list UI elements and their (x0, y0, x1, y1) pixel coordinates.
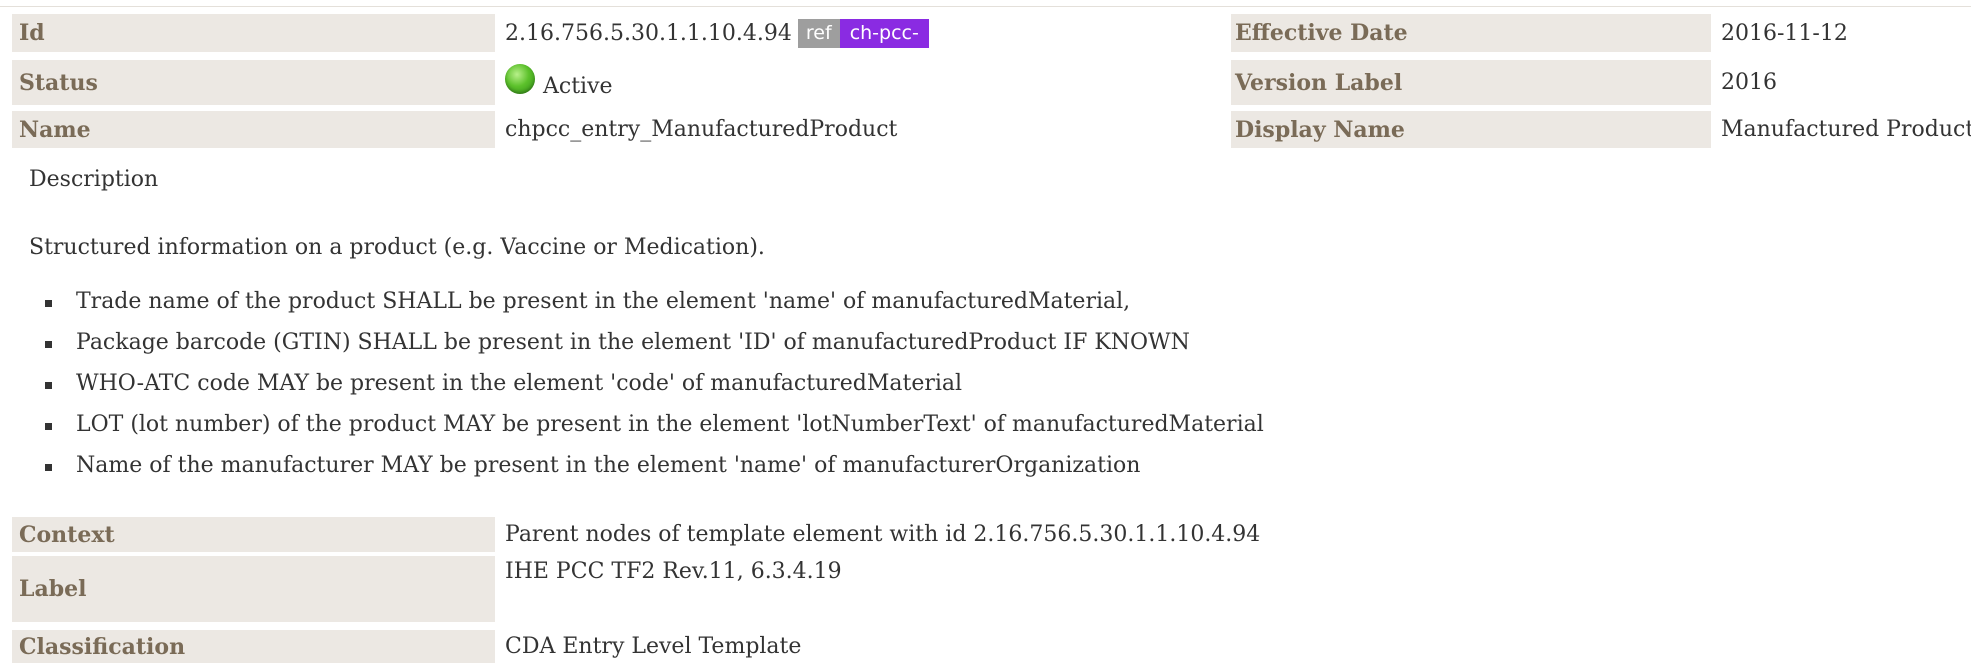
list-item: Trade name of the product SHALL be prese… (29, 289, 1264, 330)
status-value-group: Active (505, 60, 613, 105)
label-row-label: Label (12, 556, 495, 622)
description-list: Trade name of the product SHALL be prese… (29, 289, 1264, 494)
status-label: Status (12, 60, 495, 105)
description-summary: Structured information on a product (e.g… (29, 235, 765, 260)
version-label-label: Version Label (1231, 60, 1711, 105)
bullet-icon (45, 300, 52, 307)
description-heading: Description (29, 167, 159, 192)
ref-badge: ref (797, 18, 840, 48)
list-item: Name of the manufacturer MAY be present … (29, 453, 1264, 494)
bullet-icon (45, 382, 52, 389)
display-name-label: Display Name (1231, 111, 1711, 148)
status-value: Active (543, 74, 613, 99)
context-value: Parent nodes of template element with id… (505, 522, 1261, 547)
context-label: Context (12, 517, 495, 552)
id-value-group: 2.16.756.5.30.1.1.10.4.94 ref ch-pcc- (505, 14, 929, 52)
id-label: Id (12, 14, 495, 52)
bullet-icon (45, 423, 52, 430)
bullet-icon (45, 464, 52, 471)
version-label-value: 2016 (1721, 70, 1777, 95)
display-name-value: Manufactured Product (1721, 117, 1971, 142)
effective-date-label: Effective Date (1231, 14, 1711, 52)
label-row-value: IHE PCC TF2 Rev.11, 6.3.4.19 (505, 559, 842, 584)
bullet-icon (45, 341, 52, 348)
classification-label: Classification (12, 630, 495, 663)
top-border (0, 6, 1971, 7)
id-value: 2.16.756.5.30.1.1.10.4.94 (505, 20, 792, 46)
effective-date-value: 2016-11-12 (1721, 20, 1848, 46)
list-item: WHO-ATC code MAY be present in the eleme… (29, 371, 1264, 412)
name-value: chpcc_entry_ManufacturedProduct (505, 117, 898, 142)
classification-value: CDA Entry Level Template (505, 634, 802, 659)
name-label: Name (12, 111, 495, 148)
status-active-icon (505, 63, 535, 94)
classification-badge: ch-pcc- (839, 18, 929, 48)
list-item: Package barcode (GTIN) SHALL be present … (29, 330, 1264, 371)
list-item: LOT (lot number) of the product MAY be p… (29, 412, 1264, 453)
